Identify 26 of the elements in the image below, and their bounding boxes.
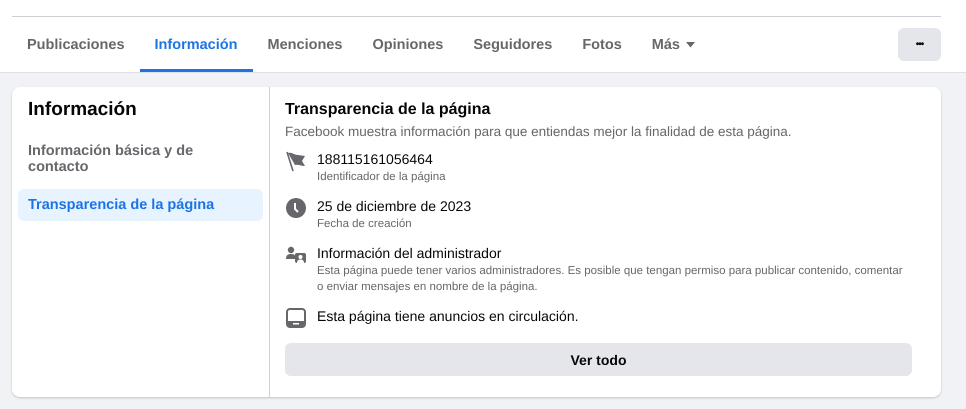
- tab[interactable]: Más: [636, 17, 710, 72]
- info-title: 25 de diciembre de 2023: [317, 198, 472, 214]
- tab[interactable]: Opiniones: [357, 17, 458, 72]
- tab[interactable]: Menciones: [252, 17, 358, 72]
- info-title: Información del administrador: [317, 245, 502, 261]
- info-title: 188115161056464: [317, 151, 434, 167]
- info-subtitle: Fecha de creación: [317, 217, 413, 232]
- more-button[interactable]: •••: [898, 28, 941, 61]
- section-description: Facebook muestra información para que entiendas mejor la finalidad de esta página.: [285, 124, 793, 139]
- info-subtitle: Identificador de la página: [317, 170, 446, 185]
- info-subtitle: Esta página puede tener varios administradores. Es posible que tengan permiso para publicar contenido, comentar o enviar mensajes en nombre de la página.: [317, 264, 904, 295]
- sidebar-item[interactable]: Transparencia de la página: [18, 189, 263, 221]
- info-title: Esta página tiene anuncios en circulación.: [317, 308, 579, 324]
- sidebar-item[interactable]: Información básica y de contacto: [18, 135, 263, 183]
- caret-icon: [686, 42, 695, 48]
- people-icon: [285, 244, 307, 266]
- section-title: Transparencia de la página: [285, 101, 492, 119]
- sidebar-title: Información: [27, 99, 138, 122]
- tab[interactable]: Seguidores: [458, 17, 568, 72]
- clock-icon: [285, 197, 307, 219]
- see-all-button[interactable]: Ver todo: [285, 343, 912, 376]
- tab[interactable]: Publicaciones: [12, 17, 140, 72]
- flag-icon: [285, 150, 307, 172]
- tab[interactable]: Fotos: [567, 17, 637, 72]
- tablet-icon: [285, 307, 307, 329]
- tab[interactable]: Información: [140, 17, 252, 72]
